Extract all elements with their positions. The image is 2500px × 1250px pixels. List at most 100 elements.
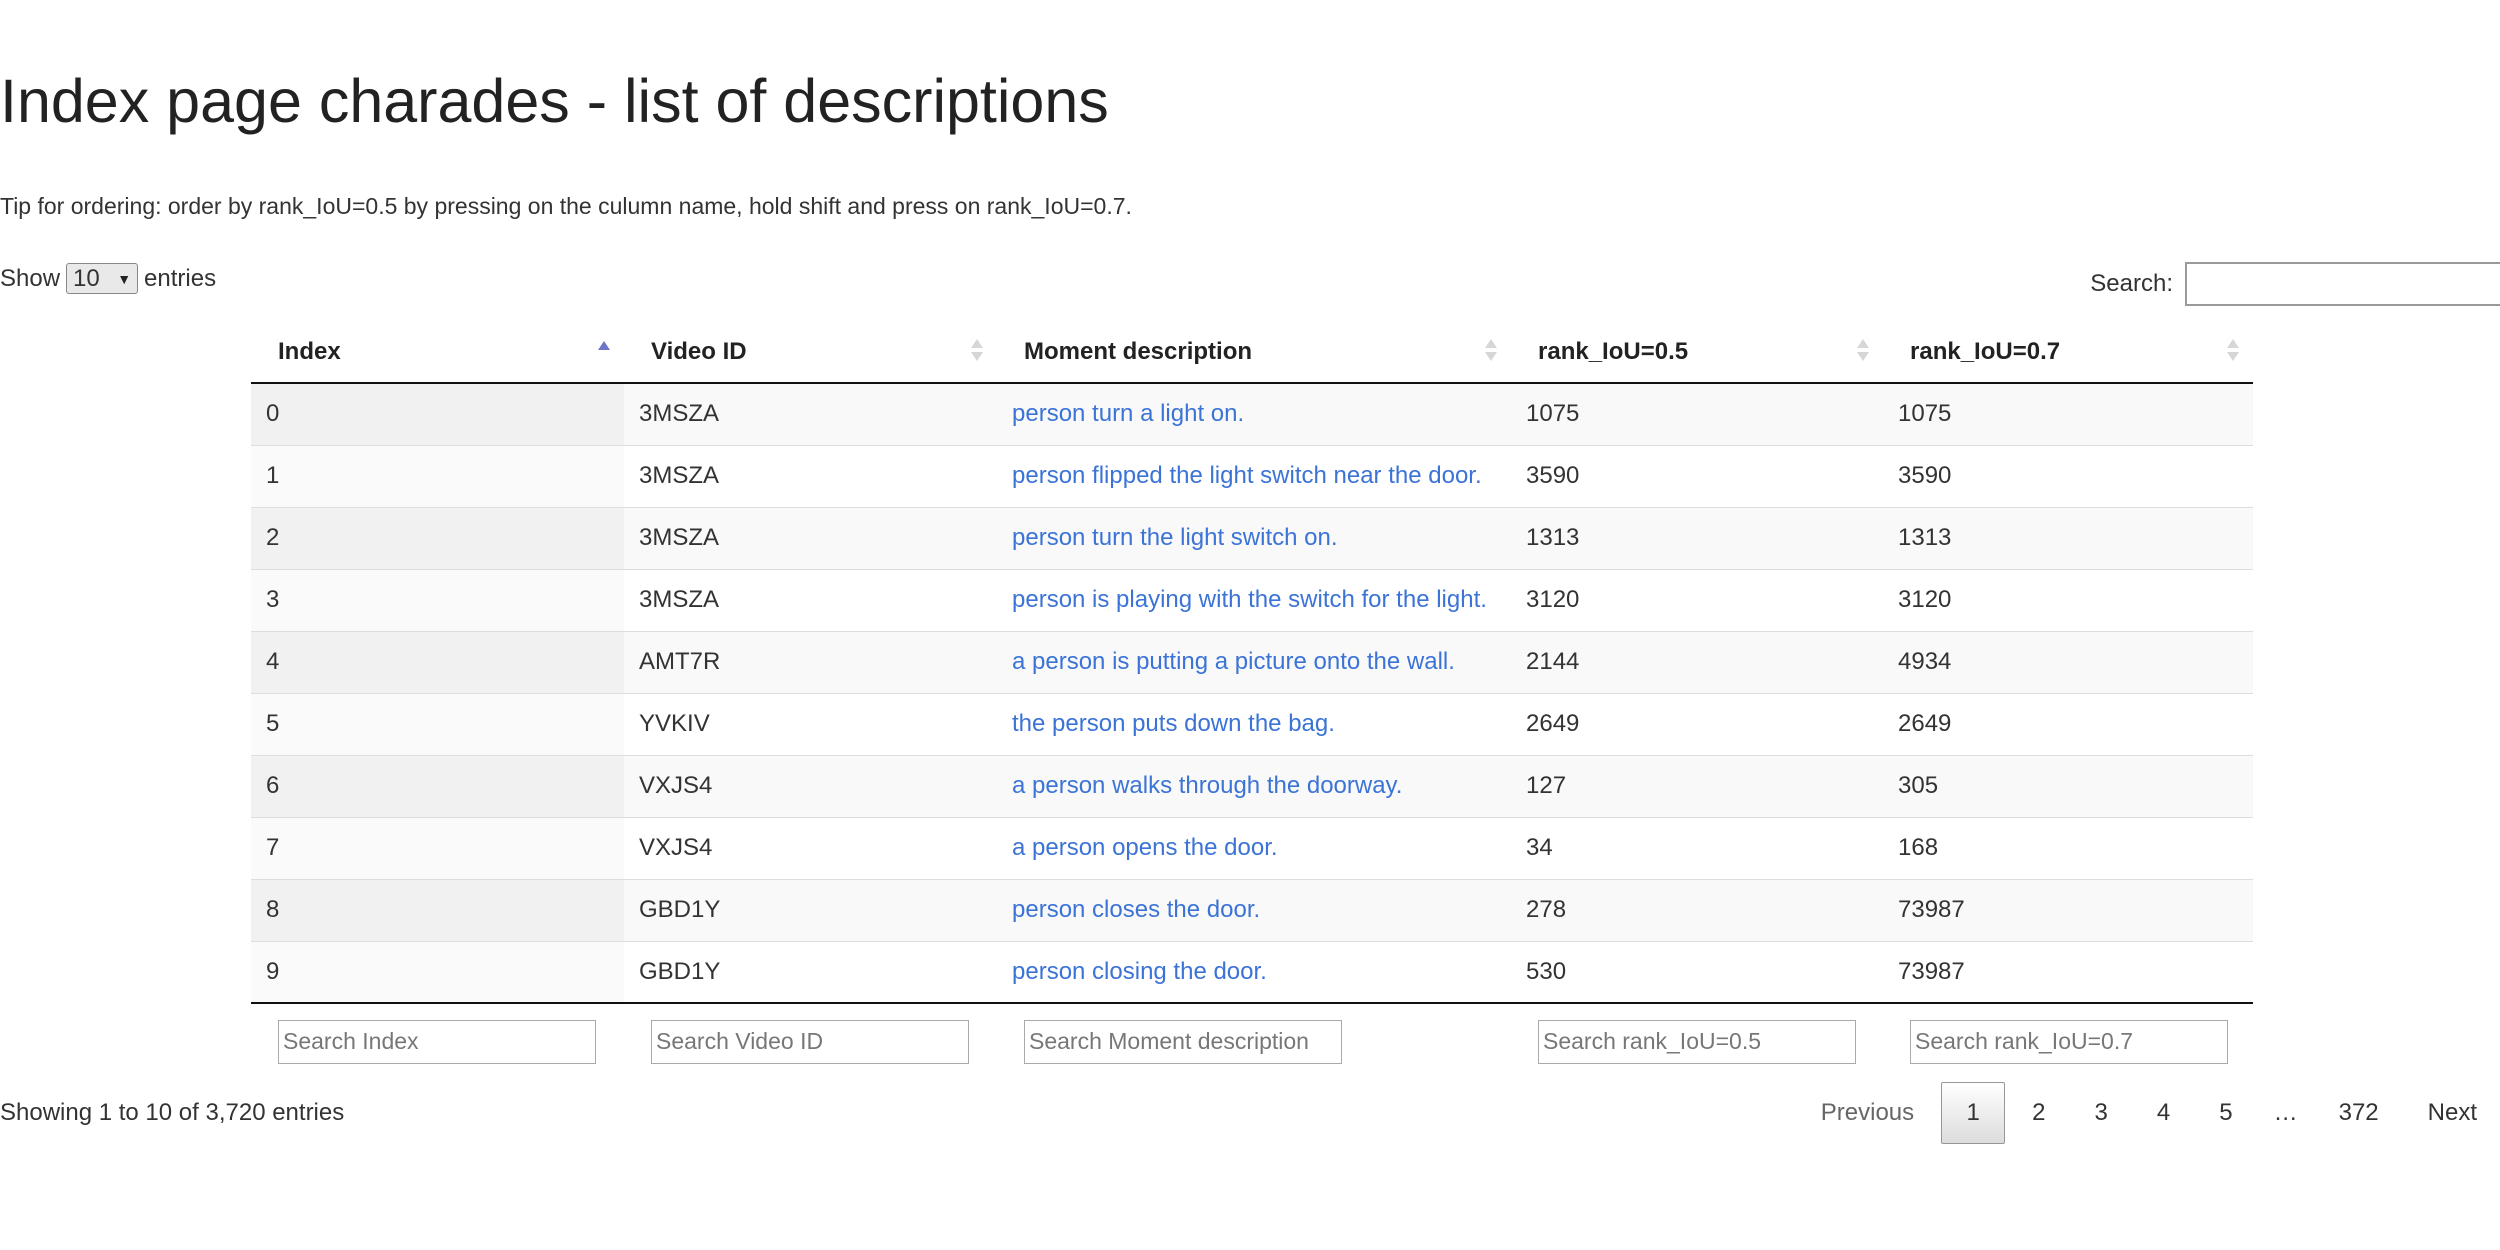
column-search-row: [251, 1003, 2253, 1079]
page-previous-button[interactable]: Previous: [1799, 1082, 1936, 1144]
table-cell: 3MSZA: [624, 507, 997, 570]
table-cell: 3590: [1883, 445, 2253, 508]
moment-description-link[interactable]: person turn a light on.: [1012, 400, 1244, 427]
table-row: 0 3MSZA person turn a light on. 1075 1075: [251, 383, 2253, 446]
table-row: 5 YVKIV the person puts down the bag. 2649 2…: [251, 693, 2253, 756]
table-cell: 5: [251, 693, 624, 756]
moment-description-link[interactable]: person closing the door.: [1012, 958, 1267, 985]
table-cell: person turn a light on.: [997, 383, 1511, 446]
table-cell: 9: [251, 941, 624, 1004]
sort-both-icon: [1485, 338, 1499, 362]
column-search-cell: [997, 1003, 1511, 1079]
table-cell: 34: [1511, 817, 1883, 880]
table-cell: 2649: [1883, 693, 2253, 756]
column-search-input-1[interactable]: [651, 1019, 969, 1064]
table-cell: 3120: [1883, 569, 2253, 632]
table-cell: 4934: [1883, 631, 2253, 694]
table-cell: 4: [251, 631, 624, 694]
column-header-label: rank_IoU=0.7: [1910, 337, 2061, 365]
moment-description-link[interactable]: the person puts down the bag.: [1012, 710, 1335, 737]
moment-description-link[interactable]: a person is putting a picture onto the w…: [1012, 648, 1455, 675]
page-button-1[interactable]: 1: [1941, 1082, 2006, 1144]
ordering-tip: Tip for ordering: order by rank_IoU=0.5 …: [0, 193, 1132, 219]
table-cell: GBD1Y: [624, 941, 997, 1004]
table-cell: GBD1Y: [624, 879, 997, 942]
table-cell: person closing the door.: [997, 941, 1511, 1004]
table-cell: 2144: [1511, 631, 1883, 694]
table-cell: AMT7R: [624, 631, 997, 694]
dropdown-arrow-icon: ▼: [117, 270, 132, 287]
table-cell: 3: [251, 569, 624, 632]
entries-length-select[interactable]: 10 ▼: [66, 263, 139, 294]
column-header-4[interactable]: rank_IoU=0.7: [1883, 321, 2253, 384]
entries-label: entries: [144, 264, 217, 292]
column-search-input-4[interactable]: [1910, 1019, 2228, 1064]
table-cell: person turn the light switch on.: [997, 507, 1511, 570]
table-cell: 2: [251, 507, 624, 570]
table-cell: person flipped the light switch near the…: [997, 445, 1511, 508]
table-cell: 8: [251, 879, 624, 942]
sort-ascending-icon: [598, 340, 612, 364]
column-header-1[interactable]: Video ID: [624, 321, 997, 384]
page-button-5[interactable]: 5: [2197, 1082, 2254, 1144]
table-cell: 1075: [1511, 383, 1883, 446]
column-header-3[interactable]: rank_IoU=0.5: [1511, 321, 1883, 384]
moment-description-link[interactable]: person turn the light switch on.: [1012, 524, 1338, 551]
search-label: Search:: [2090, 270, 2173, 297]
table-cell: VXJS4: [624, 817, 997, 880]
table-cell: a person opens the door.: [997, 817, 1511, 880]
table-cell: 1313: [1883, 507, 2253, 570]
column-search-cell: [624, 1003, 997, 1079]
page-button-4[interactable]: 4: [2135, 1082, 2192, 1144]
column-header-label: rank_IoU=0.5: [1538, 337, 1689, 365]
table-cell: 3MSZA: [624, 383, 997, 446]
page-ellipsis: …: [2273, 1099, 2298, 1126]
table-cell: VXJS4: [624, 755, 997, 818]
table-cell: 1: [251, 445, 624, 508]
column-header-0[interactable]: Index: [251, 321, 624, 384]
table-cell: a person walks through the doorway.: [997, 755, 1511, 818]
show-label: Show: [0, 264, 61, 292]
table-cell: 1075: [1883, 383, 2253, 446]
page-next-button[interactable]: Next: [2406, 1082, 2500, 1144]
descriptions-table: Index Video ID Moment description rank_IoU=…: [251, 321, 2253, 1079]
column-search-input-2[interactable]: [1024, 1019, 1342, 1064]
page-last-button[interactable]: 372: [2317, 1082, 2401, 1144]
table-row: 9 GBD1Y person closing the door. 530 73987: [251, 941, 2253, 1004]
table-cell: 73987: [1883, 879, 2253, 942]
page-button-2[interactable]: 2: [2010, 1082, 2067, 1144]
table-cell: person closes the door.: [997, 879, 1511, 942]
table-cell: 3MSZA: [624, 569, 997, 632]
search-input[interactable]: [2185, 262, 2500, 306]
table-row: 8 GBD1Y person closes the door. 278 73987: [251, 879, 2253, 942]
page-button-3[interactable]: 3: [2073, 1082, 2130, 1144]
column-search-cell: [1883, 1003, 2253, 1079]
table-cell: 3590: [1511, 445, 1883, 508]
table-body: 0 3MSZA person turn a light on. 1075 1075 1 3M…: [251, 383, 2253, 1004]
column-search-input-0[interactable]: [278, 1019, 596, 1064]
column-header-2[interactable]: Moment description: [997, 321, 1511, 384]
pagination: Previous 12345 … 372 Next: [1794, 1082, 2500, 1144]
column-header-label: Moment description: [1024, 337, 1253, 365]
moment-description-link[interactable]: person closes the door.: [1012, 896, 1260, 923]
table-cell: 278: [1511, 879, 1883, 942]
moment-description-link[interactable]: a person opens the door.: [1012, 834, 1278, 861]
table-cell: 73987: [1883, 941, 2253, 1004]
moment-description-link[interactable]: person flipped the light switch near the…: [1012, 462, 1482, 489]
sort-both-icon: [971, 338, 985, 362]
table-cell: 1313: [1511, 507, 1883, 570]
table-cell: 0: [251, 383, 624, 446]
moment-description-link[interactable]: person is playing with the switch for th…: [1012, 586, 1487, 613]
table-cell: 530: [1511, 941, 1883, 1004]
table-row: 7 VXJS4 a person opens the door. 34 168: [251, 817, 2253, 880]
column-search-input-3[interactable]: [1538, 1019, 1856, 1064]
table-row: 3 3MSZA person is playing with the switch …: [251, 569, 2253, 632]
table-cell: 3MSZA: [624, 445, 997, 508]
table-row: 6 VXJS4 a person walks through the doorway…: [251, 755, 2253, 818]
moment-description-link[interactable]: a person walks through the doorway.: [1012, 772, 1402, 799]
table-cell: 6: [251, 755, 624, 818]
table-cell: 3120: [1511, 569, 1883, 632]
column-search-cell: [251, 1003, 624, 1079]
page-title: Index page charades - list of descriptio…: [0, 67, 1109, 135]
table-cell: 168: [1883, 817, 2253, 880]
